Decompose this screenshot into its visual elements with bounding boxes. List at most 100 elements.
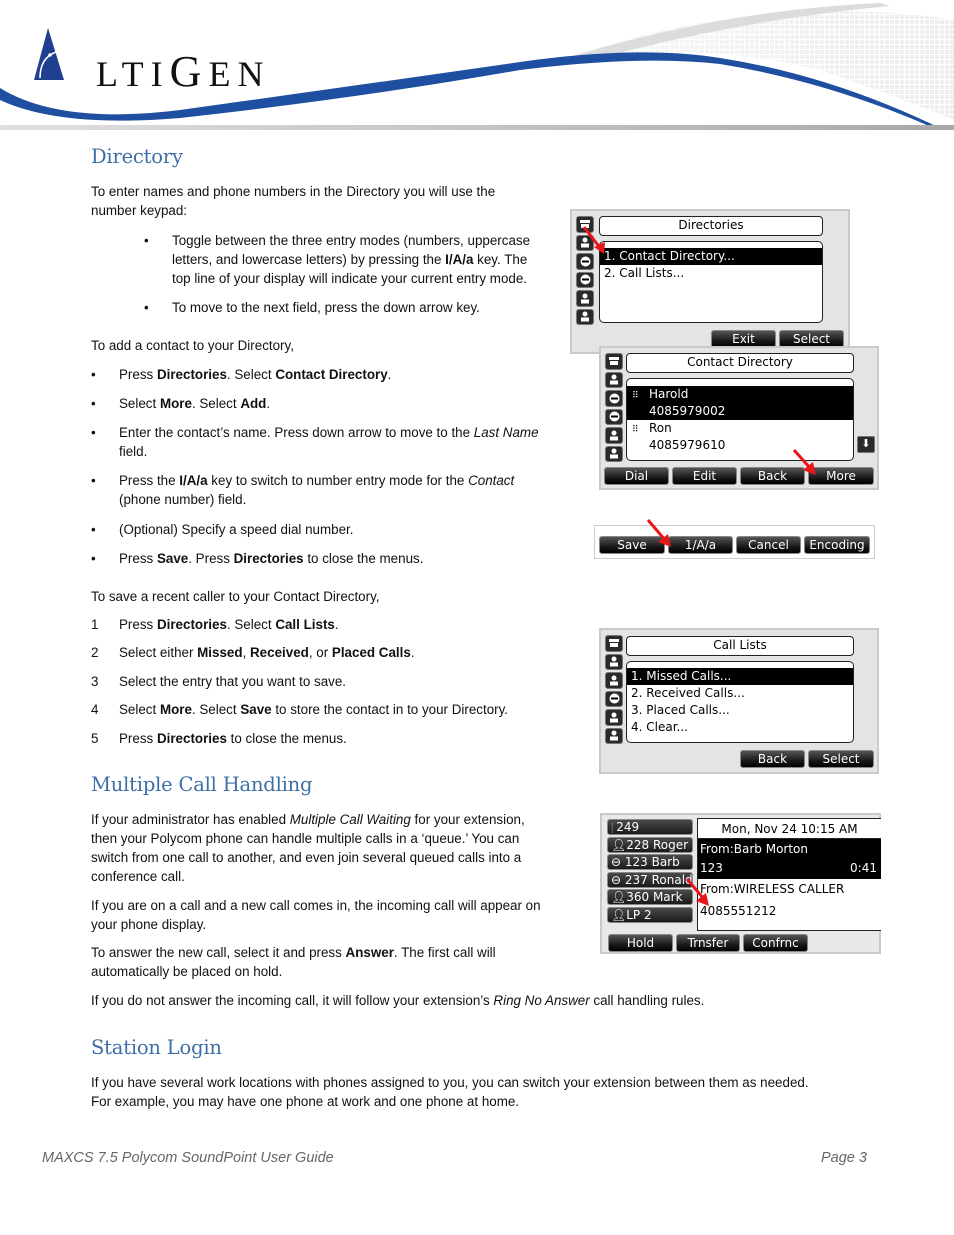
menu-item-placed-calls[interactable]: 3. Placed Calls... [627, 702, 853, 719]
active-call[interactable]: From:Barb Morton 123 0:41 [698, 839, 881, 879]
line-key-lp2[interactable]: 👤︎LP 2 [607, 906, 693, 923]
softkey-hold[interactable]: Hold [608, 934, 673, 952]
softkey-bar: Save 1/A/a Cancel Encoding [599, 536, 870, 554]
line-key-mark[interactable]: 👤︎360 Mark [607, 889, 693, 906]
softkey-transfer[interactable]: Trnsfer [676, 934, 740, 952]
red-arrow-icon [792, 448, 816, 475]
menu-item-contact-directory[interactable]: 1. Contact Directory... [600, 248, 822, 265]
person-icon[interactable] [605, 427, 623, 444]
person-icon[interactable] [576, 290, 594, 307]
person-icon[interactable] [605, 672, 623, 689]
phone-screen-directories: Directories 1. Contact Directory... 2. C… [570, 209, 850, 354]
scroll-down-arrow-icon[interactable]: ⬇ [857, 436, 875, 453]
phone-screen-multiple-calls: ⸽ 249 👤︎228 Roger ⊖ 123 Barb ⊖ 237 Ronal… [600, 813, 881, 954]
menu-list: 1. Missed Calls... 2. Received Calls... … [626, 661, 854, 743]
softkey-bar: Dial Edit Back More [604, 467, 874, 485]
contact-name: Ron [649, 421, 672, 435]
line-key-roger[interactable]: 👤︎228 Roger [607, 836, 693, 853]
minus-circle-icon[interactable] [605, 408, 623, 425]
bullet-text: To move to the next field, press the dow… [172, 300, 480, 315]
person-icon[interactable] [605, 709, 623, 726]
line-key-ronald[interactable]: ⊖ 237 Ronald [607, 871, 693, 888]
multiple-call-paragraph: If you do not answer the incoming call, … [91, 993, 705, 1008]
person-icon[interactable] [576, 308, 594, 325]
line-keys: ⸽ 249 👤︎228 Roger ⊖ 123 Barb ⊖ 237 Ronal… [607, 819, 693, 925]
softkey-cancel[interactable]: Cancel [736, 536, 801, 554]
person-icon[interactable] [605, 371, 623, 388]
red-arrow-icon [685, 878, 709, 906]
footer-page-number: Page 3 [821, 1150, 867, 1166]
logo-text-end: EN [208, 54, 271, 94]
screen-title: Contact Directory [626, 353, 854, 373]
minus-circle-icon[interactable] [576, 271, 594, 288]
contact-entry[interactable]: ⠿ Harold 4085979002 [627, 386, 853, 420]
logo-text-g: G [169, 47, 209, 96]
screen-title: Directories [599, 216, 823, 236]
section-heading-station-login: Station Login [91, 1036, 222, 1059]
incoming-call[interactable]: From:WIRELESS CALLER 4085551212 [698, 879, 881, 929]
line-keys [605, 353, 624, 464]
contact-number: 4085979002 [649, 404, 726, 418]
softkey-encoding[interactable]: Encoding [804, 536, 870, 554]
softkey-select[interactable]: Select [808, 750, 874, 768]
menu-item-call-lists[interactable]: 2. Call Lists... [600, 265, 822, 282]
person-icon[interactable] [605, 727, 623, 744]
keypad-icon: ⠿ [632, 391, 639, 401]
caller-number: 123 [700, 861, 723, 875]
line-key-249[interactable]: ⸽ 249 [607, 819, 693, 835]
screen-title: Call Lists [626, 636, 854, 656]
softkey-dial[interactable]: Dial [604, 467, 669, 485]
person-icon: 👤︎ [611, 837, 627, 852]
softkey-edit[interactable]: Edit [672, 467, 737, 485]
save-caller-intro: To save a recent caller to your Contact … [91, 589, 380, 604]
multiple-call-paragraph: If your administrator has enabled Multip… [91, 812, 525, 884]
softkey-bar: Hold Trnsfer Confrnc [608, 934, 808, 952]
contact-number: 4085979610 [649, 438, 726, 452]
person-icon: 👤︎ [611, 890, 627, 905]
minus-circle-icon: ⊖ [611, 872, 625, 887]
red-arrow-icon [582, 226, 605, 254]
page-header: LTIGEN [0, 0, 954, 132]
station-login-paragraph: If you have several work locations with … [91, 1075, 809, 1109]
softkey-bar: Back Select [740, 750, 874, 768]
directory-intro: To enter names and phone numbers in the … [91, 182, 495, 220]
menu-item-received-calls[interactable]: 2. Received Calls... [627, 685, 853, 702]
menu-list: 1. Contact Directory... 2. Call Lists... [599, 241, 823, 323]
date-time: Mon, Nov 24 10:15 AM [698, 819, 881, 839]
person-icon[interactable] [605, 653, 623, 670]
line-key-barb[interactable]: ⊖ 123 Barb [607, 854, 693, 871]
menu-item-clear[interactable]: 4. Clear... [627, 719, 853, 736]
softkey-conference[interactable]: Confrnc [743, 934, 808, 952]
caller-name: From:Barb Morton [700, 842, 809, 856]
softkey-back[interactable]: Back [740, 750, 805, 768]
minus-circle-icon[interactable] [605, 690, 623, 707]
contact-name: Harold [649, 387, 689, 401]
person-icon[interactable] [605, 445, 623, 462]
minus-circle-icon[interactable] [605, 390, 623, 407]
menu-item-missed-calls[interactable]: 1. Missed Calls... [627, 668, 853, 685]
footer-title: MAXCS 7.5 Polycom SoundPoint User Guide [42, 1150, 334, 1166]
contact-list: ⠿ Harold 4085979002 ⠿ Ron 4085979610 [626, 378, 854, 461]
red-arrow-icon [646, 519, 671, 547]
multiple-call-paragraph: If you are on a call and a new call come… [91, 898, 541, 932]
person-icon: 👤︎ [611, 907, 627, 922]
phone-handset-icon[interactable] [605, 635, 623, 652]
intro-line: number keypad: [91, 203, 188, 218]
bullet-text: letters, and lowercase letters) by press… [172, 252, 528, 267]
phone-handset-icon[interactable] [605, 353, 623, 370]
bullet-dot: • [144, 300, 149, 315]
call-duration: 0:41 [850, 861, 877, 875]
call-display: Mon, Nov 24 10:15 AM From:Barb Morton 12… [697, 818, 881, 931]
contact-entry[interactable]: ⠿ Ron 4085979610 [627, 420, 853, 454]
multiple-call-paragraph: To answer the new call, select it and pr… [91, 945, 496, 979]
caller-name: From:WIRELESS CALLER [700, 882, 845, 896]
softkey-entry-mode[interactable]: 1/A/a [668, 536, 733, 554]
keypad-icon: ⠿ [632, 425, 639, 435]
phone-screen-call-lists: Call Lists 1. Missed Calls... 2. Receive… [599, 628, 879, 774]
altigen-logo-text: LTIGEN [96, 46, 270, 97]
phone-screen-contact-directory: Contact Directory ⠿ Harold 4085979002 ⠿ … [599, 346, 879, 490]
bullet-text: top line of your display will indicate y… [172, 271, 528, 286]
bullet-dot: • [144, 233, 149, 248]
minus-circle-icon: ⊖ [611, 855, 625, 870]
section-heading-directory: Directory [91, 145, 183, 168]
